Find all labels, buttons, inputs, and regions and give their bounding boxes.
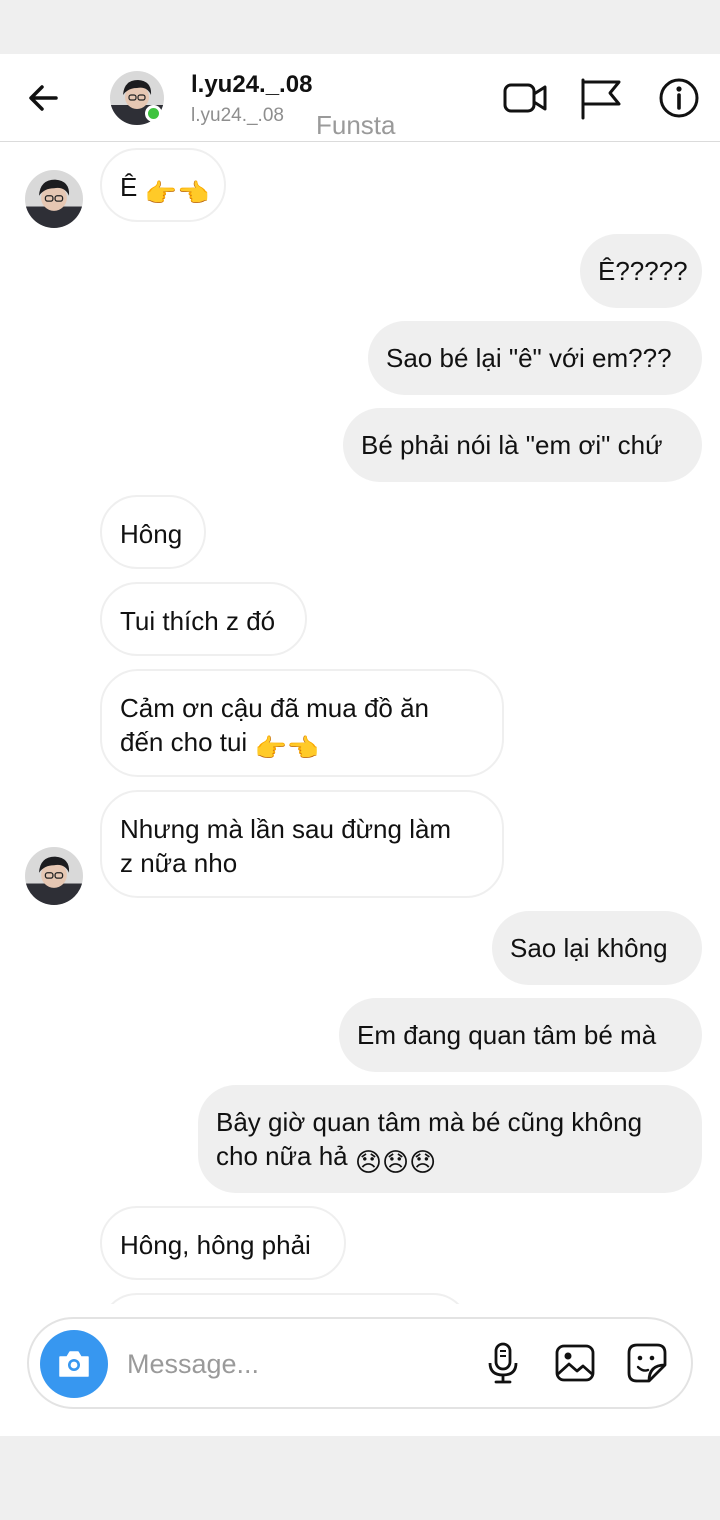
message-text: Hông, hông phải: [120, 1230, 311, 1260]
incoming-message[interactable]: Hông, hông phải: [100, 1206, 346, 1280]
voice-message-button[interactable]: [481, 1341, 525, 1385]
disappointed-emoji: 😞: [409, 1147, 437, 1177]
navigation-bar: [0, 1436, 720, 1520]
chat-header: l.yu24._.08 l.yu24._.08 Funsta: [0, 54, 720, 142]
message-text: Bây giờ quan tâm mà bé cũng không: [216, 1107, 643, 1137]
info-button[interactable]: [655, 74, 703, 122]
message-text: Bé phải nói là "em ơi" chứ: [361, 430, 663, 460]
message-text: cho nữa hả: [216, 1141, 355, 1171]
message-text: Hông: [120, 519, 183, 549]
outgoing-message[interactable]: Bé phải nói là "em ơi" chứ: [343, 408, 702, 482]
message-text: Tui thích z đó: [120, 606, 276, 636]
outgoing-message[interactable]: Ê?????: [580, 234, 702, 308]
message-thread[interactable]: Ê 👉👈 Ê????? Sao bé lại "ê" với em??? Bé phả…: [0, 142, 720, 1304]
incoming-message[interactable]: Tui thích z đó: [100, 582, 307, 656]
status-bar: [0, 0, 720, 54]
account-tag: Funsta: [316, 110, 396, 140]
outgoing-message[interactable]: Sao lại không: [492, 911, 702, 985]
message-text: Em đang quan tâm bé mà: [357, 1020, 657, 1050]
point-right-emoji: 👉: [254, 733, 287, 763]
message-text: Cảm ơn cậu đã mua đồ ăn: [120, 693, 430, 723]
message-text: Nhưng mà lần sau đừng làm: [120, 814, 452, 844]
incoming-message[interactable]: Nhưng mà lần sau đừng làm z nữa nho: [100, 790, 504, 898]
camera-button[interactable]: [40, 1330, 108, 1398]
incoming-message[interactable]: Hông: [100, 495, 206, 569]
incoming-message[interactable]: Cảm ơn cậu đã mua đồ ăn đến cho tui 👉👈: [100, 669, 504, 777]
incoming-message[interactable]: Ê 👉👈: [100, 148, 226, 222]
message-text: Sao lại không: [510, 933, 668, 963]
message-composer: [27, 1317, 693, 1409]
message-text: Ê: [120, 172, 145, 202]
incoming-message-partial[interactable]: [100, 1293, 470, 1304]
gallery-button[interactable]: [553, 1341, 597, 1385]
message-text: Sao bé lại "ê" với em???: [386, 343, 672, 373]
video-camera-icon: [503, 83, 547, 113]
online-status-dot: [145, 105, 162, 122]
point-right-emoji: 👉: [144, 178, 177, 208]
message-text: Ê?????: [598, 256, 688, 286]
disappointed-emoji: 😞: [381, 1147, 410, 1177]
info-icon: [659, 78, 699, 118]
message-text: z nữa nho: [120, 848, 238, 878]
outgoing-message[interactable]: Bây giờ quan tâm mà bé cũng không cho nữa…: [198, 1085, 702, 1193]
contact-name[interactable]: l.yu24._.08: [191, 71, 312, 99]
contact-username: l.yu24._.08: [191, 105, 284, 126]
outgoing-message[interactable]: Em đang quan tâm bé mà: [339, 998, 702, 1072]
avatar[interactable]: [25, 170, 83, 228]
message-input[interactable]: [125, 1343, 459, 1385]
outgoing-message[interactable]: Sao bé lại "ê" với em???: [368, 321, 702, 395]
image-icon: [555, 1344, 595, 1382]
point-left-emoji: 👈: [176, 178, 210, 208]
report-button[interactable]: [577, 74, 625, 122]
point-left-emoji: 👈: [286, 733, 320, 763]
avatar[interactable]: [25, 847, 83, 905]
flag-icon: [581, 78, 621, 120]
video-call-button[interactable]: [501, 74, 549, 122]
arrow-left-icon: [29, 85, 58, 111]
back-button[interactable]: [22, 76, 66, 120]
microphone-icon: [488, 1342, 518, 1384]
message-text: đến cho tui: [120, 727, 255, 757]
disappointed-emoji: 😞: [354, 1147, 382, 1177]
camera-icon: [59, 1351, 89, 1377]
sticker-button[interactable]: [625, 1341, 669, 1385]
sticker-icon: [627, 1343, 667, 1383]
